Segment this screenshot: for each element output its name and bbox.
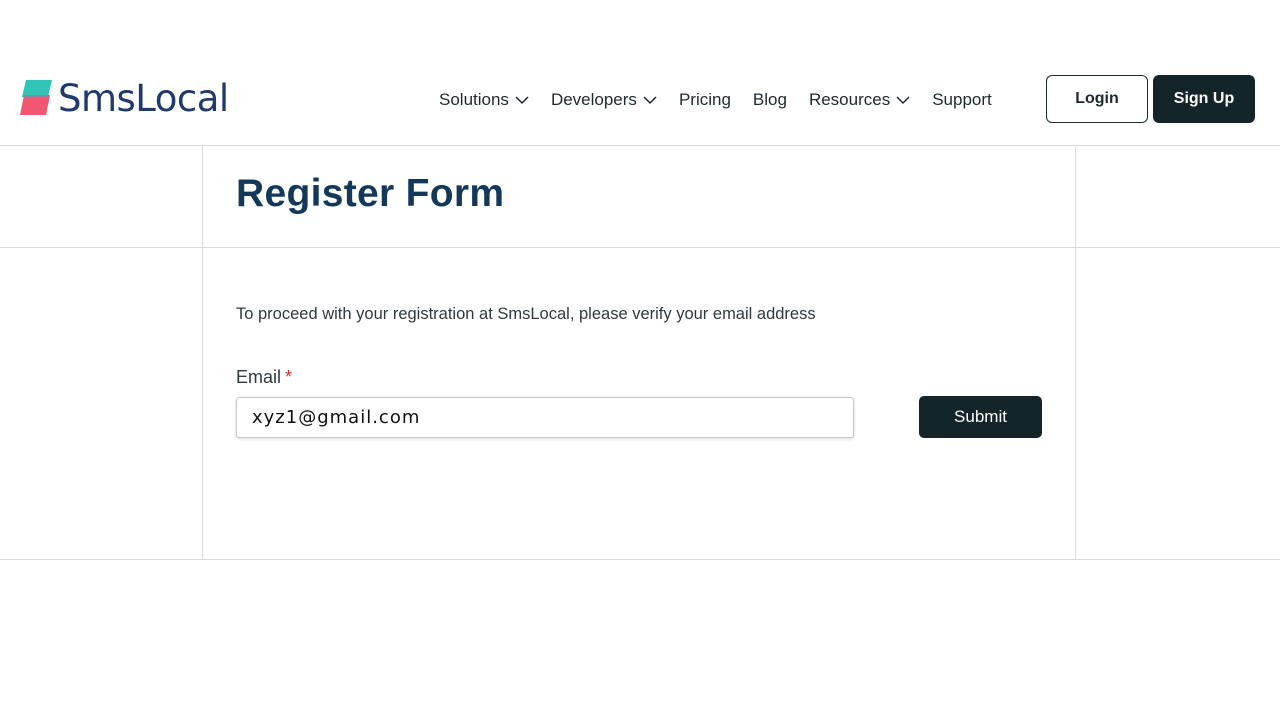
form-bottom-divider: [0, 559, 1280, 560]
page: SmsLocal Solutions Developers Pricing Bl…: [0, 0, 1280, 720]
chevron-down-icon: [643, 95, 657, 105]
nav-item-resources[interactable]: Resources: [809, 90, 910, 110]
nav-item-label: Blog: [752, 90, 787, 109]
email-field[interactable]: [236, 397, 854, 438]
nav-item-pricing[interactable]: Pricing: [679, 90, 731, 110]
right-divider: [1075, 146, 1076, 559]
page-title: Register Form: [236, 172, 505, 215]
nav-item-solutions[interactable]: Solutions: [439, 90, 529, 110]
login-button[interactable]: Login: [1046, 75, 1148, 123]
chevron-down-icon: [896, 95, 910, 105]
brand-name: SmsLocal: [58, 76, 229, 120]
required-marker: *: [285, 367, 293, 387]
chevron-down-icon: [515, 95, 529, 105]
submit-button[interactable]: Submit: [919, 396, 1042, 438]
nav-item-label: Developers: [550, 90, 637, 109]
nav-item-label: Resources: [808, 90, 891, 109]
main-nav: Solutions Developers Pricing Blog Resour…: [439, 88, 992, 112]
nav-item-label: Pricing: [678, 90, 731, 109]
site-header: SmsLocal Solutions Developers Pricing Bl…: [0, 0, 1280, 146]
instruction-text: To proceed with your registration at Sms…: [236, 305, 816, 323]
nav-item-blog[interactable]: Blog: [753, 90, 787, 110]
left-divider: [202, 146, 203, 559]
sign-up-button[interactable]: Sign Up: [1153, 75, 1255, 123]
nav-item-label: Solutions: [439, 90, 509, 109]
logo-mark-icon: [18, 79, 54, 117]
brand-logo[interactable]: SmsLocal: [18, 76, 229, 120]
email-label: Email *: [236, 367, 292, 388]
nav-item-developers[interactable]: Developers: [551, 90, 657, 110]
nav-item-label: Support: [932, 90, 992, 109]
email-label-text: Email: [236, 367, 282, 387]
title-divider: [0, 247, 1280, 248]
nav-item-support[interactable]: Support: [932, 90, 992, 110]
